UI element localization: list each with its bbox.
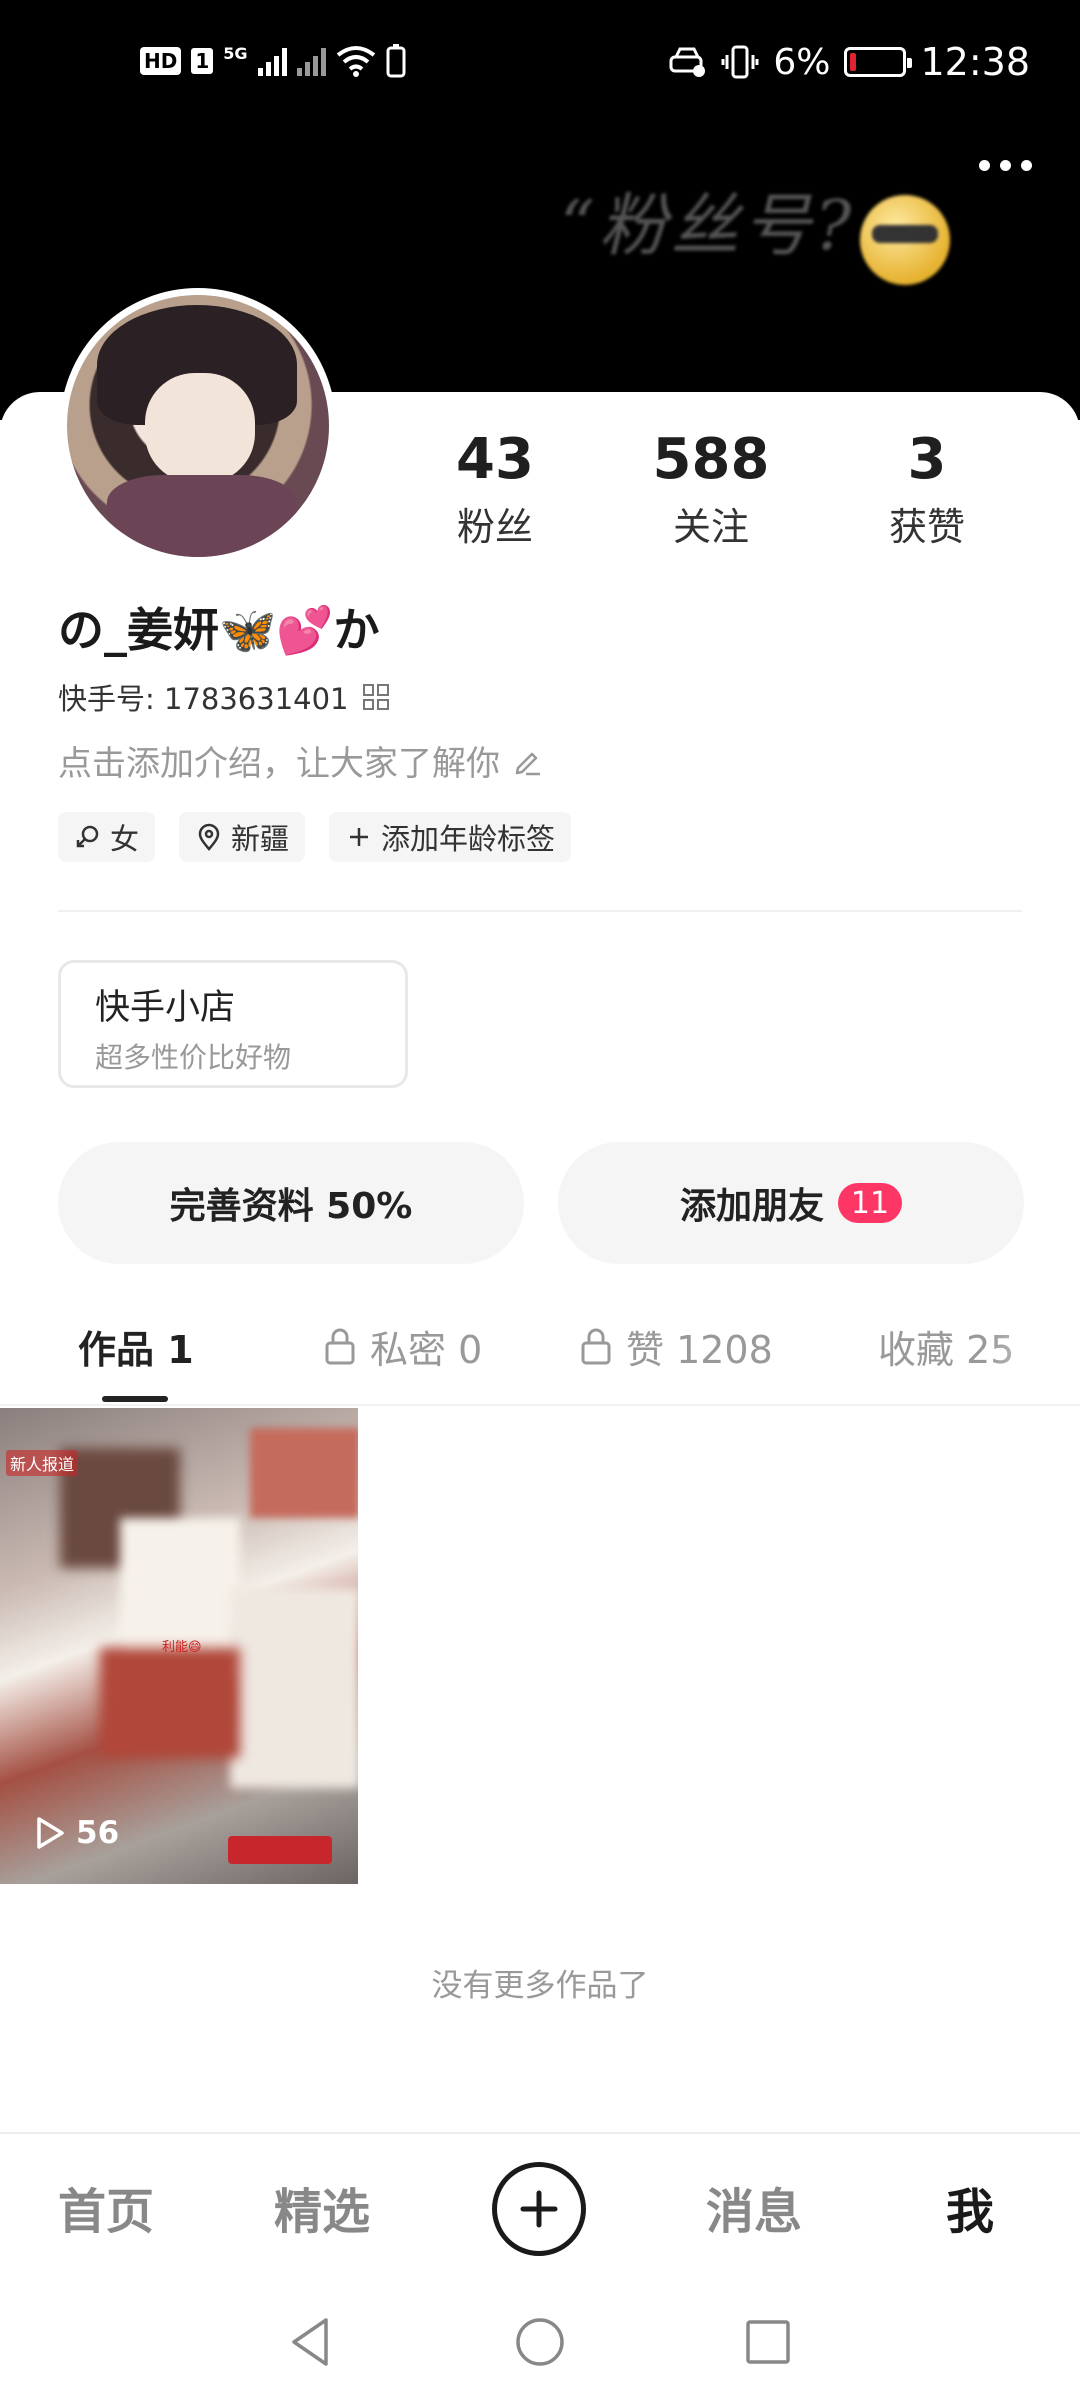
more-dots-icon[interactable] [979,160,1032,171]
stat-value: 43 [456,427,534,492]
device-battery-icon [386,44,406,78]
profile-name: の_姜妍🦋💕か [58,603,380,657]
nav-home[interactable]: 首页 [58,2172,154,2242]
stat-value: 3 [907,427,947,492]
battery-icon [844,47,913,77]
video-red-sticker [228,1836,332,1864]
tab-label: 私密 0 [370,1327,483,1372]
tag-location[interactable]: 新疆 [179,812,306,862]
intro-text: 点击添加介绍，让大家了解你 [58,744,500,784]
no-more-works-text: 没有更多作品了 [431,1968,649,2004]
tab-liked[interactable]: 赞 1208 [578,1310,773,1382]
create-post-button[interactable] [492,2162,586,2256]
intro-row[interactable]: 点击添加介绍，让大家了解你 [58,736,542,785]
bottom-nav: 首页 精选 消息 我 [0,2134,1080,2274]
nav-me[interactable]: 我 [946,2172,994,2242]
content-tabs: 作品 1 私密 0 赞 1208 收藏 25 [0,1310,1080,1406]
banner-sunglasses-emoji [860,195,950,285]
shop-subtitle: 超多性价比好物 [95,1041,292,1074]
avatar[interactable] [60,288,336,564]
tabs-divider [0,1404,1080,1406]
add-friends-badge: 11 [838,1183,902,1223]
network-type: 5G [223,44,248,63]
video-thumbnail[interactable]: 新人报道 利能😄 56 [0,1408,358,1884]
tag-label: 新疆 [231,822,290,856]
battery-percent: 6% [773,41,831,83]
stat-likes[interactable]: 3 获赞 [827,428,1027,551]
tab-works[interactable]: 作品 1 [78,1310,194,1382]
kuaishou-shop-card[interactable]: 快手小店 超多性价比好物 [58,960,408,1088]
tag-gender[interactable]: 女 [58,812,156,862]
add-friends-button[interactable]: 添加朋友 11 [558,1142,1024,1264]
pencil-icon [515,752,540,775]
tab-label: 赞 1208 [626,1327,773,1372]
tab-fade-overlay [990,1310,1080,1390]
home-circle-icon[interactable] [512,2314,568,2370]
recents-square-icon[interactable] [740,2314,796,2370]
status-right: 6% 12:38 [669,40,1030,84]
nav-messages[interactable]: 消息 [706,2172,802,2242]
nav-featured[interactable]: 精选 [274,2172,370,2242]
play-icon [37,1817,64,1849]
kuaishou-id-row[interactable]: 快手号: 1783631401 [58,676,389,718]
gender-female-icon [76,825,99,848]
shop-title: 快手小店 [95,988,236,1028]
stat-label: 粉丝 [456,505,533,549]
tag-label: 女 [110,822,140,856]
divider [58,910,1022,912]
stat-followers[interactable]: 43 粉丝 [395,428,595,551]
play-count: 56 [30,1814,119,1852]
system-nav-bar [0,2290,1080,2400]
complete-profile-button[interactable]: 完善资料 50% [58,1142,524,1264]
status-bar: HD 1 5G 6% 12:38 [0,0,1080,130]
add-friends-label: 添加朋友 [679,1186,824,1227]
status-left: HD 1 5G [140,44,406,78]
car-mode-icon [669,47,706,77]
tab-active-indicator [102,1396,168,1402]
complete-profile-label: 完善资料 50% [169,1186,413,1227]
plus-icon [350,828,369,846]
qr-code-icon[interactable] [362,684,389,710]
profile-tags: 女 新疆 添加年龄标签 [58,812,572,862]
banner-art-text: “粉丝号? [560,187,856,266]
location-pin-icon [198,823,220,851]
lock-icon [581,1328,611,1365]
video-mid-label: 利能😄 [162,1640,202,1655]
stat-label: 获赞 [888,505,965,549]
tab-private[interactable]: 私密 0 [322,1310,482,1382]
stat-value: 588 [652,427,770,492]
wifi-icon [336,46,375,77]
vibrate-icon [721,45,759,79]
play-count-value: 56 [76,1815,120,1851]
signal-icon [257,46,287,76]
stat-label: 关注 [672,505,749,549]
tab-label: 作品 1 [78,1327,194,1372]
back-icon[interactable] [282,2314,338,2370]
plus-icon [520,2190,558,2228]
kuaishou-id: 快手号: 1783631401 [58,682,349,716]
stat-following[interactable]: 588 关注 [611,428,811,551]
signal-2-icon [296,46,326,76]
hd-indicator: HD [140,47,182,75]
tag-add-age[interactable]: 添加年龄标签 [329,812,572,862]
sim-indicator: 1 [191,48,214,74]
tag-label: 添加年龄标签 [381,822,556,856]
video-corner-label: 新人报道 [6,1450,79,1476]
clock: 12:38 [920,40,1030,84]
lock-icon [325,1328,355,1365]
